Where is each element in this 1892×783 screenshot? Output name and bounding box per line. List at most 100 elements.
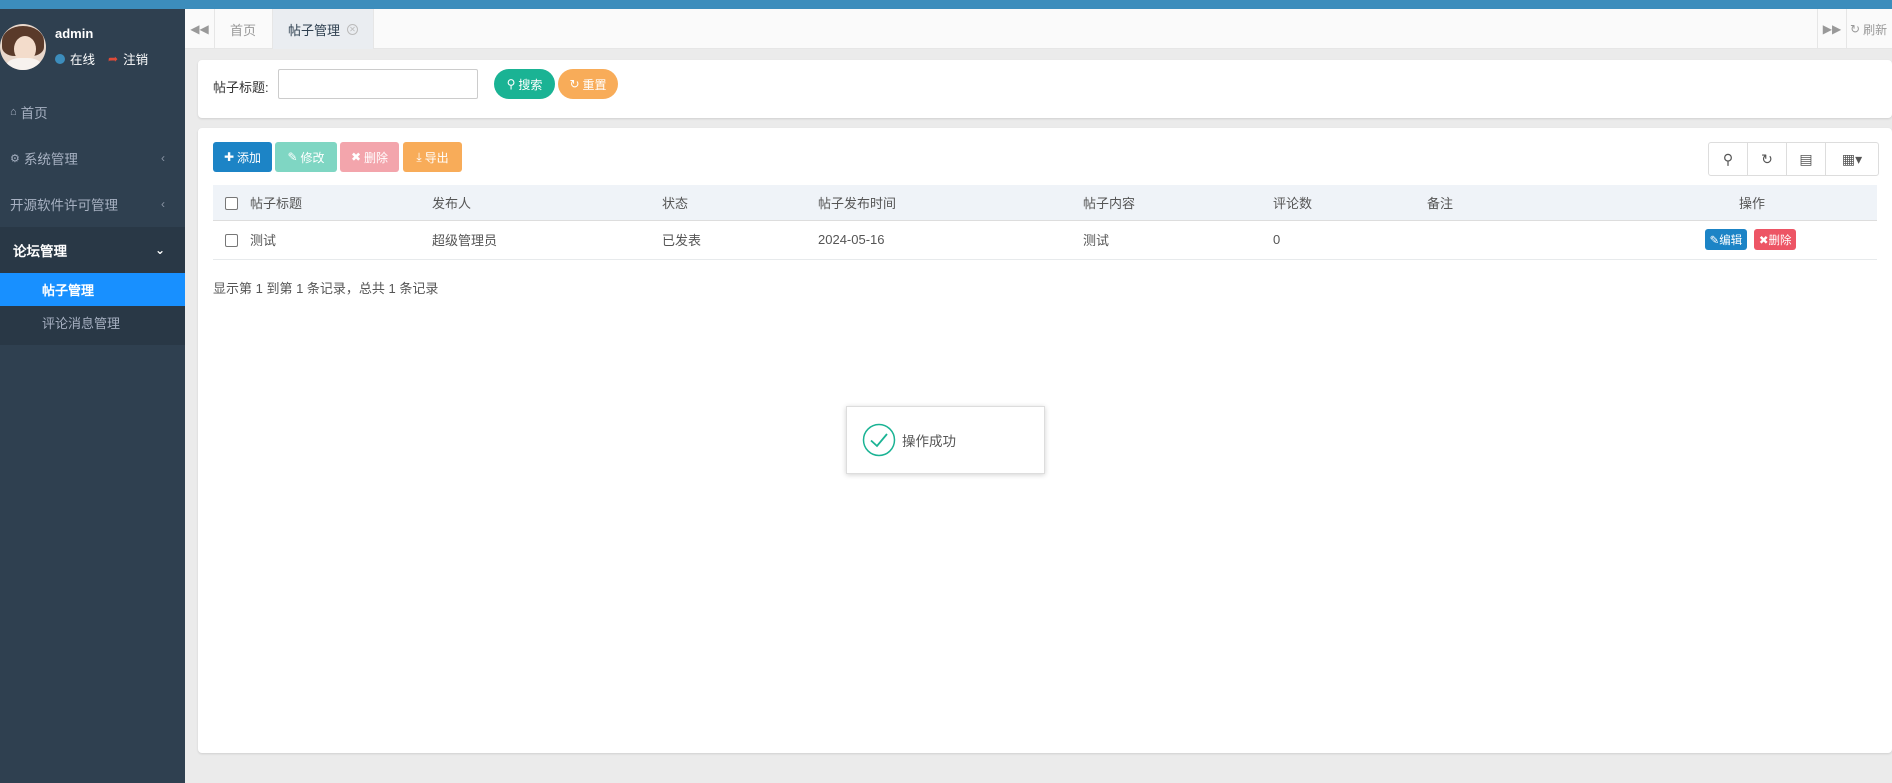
- close-icon[interactable]: ✕: [347, 23, 359, 35]
- sidebar-item-label: 论坛管理: [13, 244, 67, 259]
- sidebar-item-license[interactable]: 开源软件许可管理 ‹: [0, 181, 185, 227]
- cell-content: 测试: [1083, 220, 1273, 260]
- edit-button-label: 修改: [300, 150, 325, 165]
- sidebar: admin 在线 ➦ 注销 ⌂ 首页 ⚙ 系统管理 ‹ 开源软件许可管理 ‹ 论…: [0, 9, 185, 783]
- tab-bar: ◀◀ 首页 帖子管理 ✕ ▶▶ ↻ 刷新: [185, 9, 1892, 49]
- post-title-label: 帖子标题:: [213, 80, 269, 95]
- row-checkbox[interactable]: [225, 234, 238, 248]
- table-row: 测试 超级管理员 已发表 2024-05-16 测试 0 ✎ 编辑 ✖ 删除: [213, 220, 1877, 260]
- refresh-button[interactable]: ↻ 刷新: [1850, 9, 1887, 49]
- success-toast: 操作成功: [846, 406, 1045, 474]
- export-button[interactable]: ⤓ 导出: [403, 142, 462, 172]
- cell-remark: [1427, 220, 1627, 260]
- add-button-label: 添加: [237, 150, 262, 165]
- online-status-icon: [55, 53, 65, 64]
- row-edit-button[interactable]: ✎ 编辑: [1704, 229, 1748, 250]
- refresh-label: 刷新: [1863, 22, 1888, 37]
- search-panel: 帖子标题: ⚲ 搜索 ↻ 重置: [198, 60, 1892, 118]
- row-delete-button[interactable]: ✖ 删除: [1753, 229, 1797, 250]
- list-icon: ▤: [1799, 150, 1813, 167]
- gear-icon: ⚙: [10, 152, 20, 165]
- close-icon: ✖: [1758, 234, 1769, 247]
- sidebar-item-forum[interactable]: 论坛管理 ⌄: [0, 227, 185, 273]
- tabs-scroll-left-icon[interactable]: ◀◀: [185, 9, 215, 49]
- logout-link[interactable]: 注销: [123, 49, 148, 68]
- sidebar-nav: ⌂ 首页 ⚙ 系统管理 ‹ 开源软件许可管理 ‹ 论坛管理 ⌄: [0, 89, 185, 273]
- reset-button-label: 重置: [582, 77, 607, 92]
- cell-comments: 0: [1273, 220, 1427, 260]
- search-button[interactable]: ⚲ 搜索: [494, 69, 555, 99]
- user-name: admin: [55, 26, 94, 41]
- cell-title: 测试: [242, 220, 432, 260]
- sidebar-item-home[interactable]: ⌂ 首页: [0, 89, 185, 135]
- toast-message: 操作成功: [902, 434, 956, 449]
- user-status: 在线 ➦ 注销: [55, 49, 148, 68]
- table-header-row: 帖子标题 发布人 状态 帖子发布时间 帖子内容 评论数 备注 操作: [213, 185, 1877, 221]
- sidebar-item-post-management[interactable]: 帖子管理: [0, 273, 185, 306]
- card-view-button[interactable]: ▤: [1787, 143, 1826, 175]
- online-status-label: 在线: [70, 53, 96, 67]
- refresh-icon: ↻: [569, 77, 580, 91]
- row-select-cell: [213, 220, 242, 260]
- cell-status: 已发表: [662, 220, 818, 260]
- column-header-content[interactable]: 帖子内容: [1083, 185, 1273, 221]
- close-icon: ✖: [350, 150, 362, 164]
- delete-button-label: 删除: [364, 150, 389, 165]
- chevron-left-icon: ‹: [161, 151, 165, 165]
- row-delete-label: 删除: [1768, 234, 1792, 247]
- sidebar-item-label: 开源软件许可管理: [10, 198, 118, 213]
- download-icon: ⤓: [416, 149, 422, 164]
- column-header-status[interactable]: 状态: [662, 185, 818, 221]
- row-edit-label: 编辑: [1719, 234, 1743, 247]
- chevron-left-icon: ‹: [161, 197, 165, 211]
- sidebar-item-comment-management[interactable]: 评论消息管理: [0, 306, 185, 345]
- refresh-icon: ↻: [1850, 22, 1861, 36]
- user-panel: admin 在线 ➦ 注销: [0, 9, 185, 89]
- reset-button[interactable]: ↻ 重置: [558, 69, 618, 99]
- search-button-label: 搜索: [518, 77, 543, 92]
- tab-label: 帖子管理: [288, 22, 341, 38]
- select-all-checkbox[interactable]: [225, 196, 238, 210]
- tab-post-management[interactable]: 帖子管理 ✕: [272, 9, 375, 49]
- posts-table: 帖子标题 发布人 状态 帖子发布时间 帖子内容 评论数 备注 操作 测试 超级管…: [213, 185, 1877, 260]
- sidebar-item-label: 首页: [20, 106, 48, 121]
- column-header-remark[interactable]: 备注: [1427, 185, 1627, 221]
- chevron-down-icon: ⌄: [154, 243, 165, 257]
- column-header-author[interactable]: 发布人: [432, 185, 662, 221]
- sidebar-item-label: 系统管理: [23, 152, 78, 167]
- select-all-cell: [213, 185, 242, 221]
- search-icon: ⚲: [1722, 150, 1734, 167]
- table-tools: ⚲ ↻ ▤ ▦▾: [1708, 142, 1879, 176]
- search-icon: ⚲: [506, 77, 516, 91]
- columns-button[interactable]: ▦▾: [1826, 143, 1878, 175]
- grid-icon: ▦▾: [1841, 150, 1863, 167]
- edit-icon: ✎: [287, 150, 298, 164]
- column-header-title[interactable]: 帖子标题: [242, 185, 432, 221]
- refresh-icon: ↻: [1761, 150, 1773, 167]
- logout-icon[interactable]: ➦: [108, 52, 118, 66]
- search-toggle-button[interactable]: ⚲: [1709, 143, 1748, 175]
- column-header-time[interactable]: 帖子发布时间: [818, 185, 1083, 221]
- sidebar-item-system[interactable]: ⚙ 系统管理 ‹: [0, 135, 185, 181]
- post-title-input[interactable]: [278, 69, 478, 99]
- forum-submenu: 帖子管理 评论消息管理: [0, 273, 185, 345]
- top-accent-bar: [0, 0, 1892, 9]
- delete-button[interactable]: ✖ 删除: [340, 142, 399, 172]
- plus-icon: ✚: [223, 150, 235, 164]
- column-header-comments[interactable]: 评论数: [1273, 185, 1427, 221]
- check-circle-icon: [862, 423, 896, 457]
- cell-author: 超级管理员: [432, 220, 662, 260]
- home-icon: ⌂: [10, 106, 17, 118]
- add-button[interactable]: ✚ 添加: [213, 142, 272, 172]
- tab-home[interactable]: 首页: [215, 9, 271, 49]
- edit-button[interactable]: ✎ 修改: [275, 142, 337, 172]
- main-panel: ✚ 添加 ✎ 修改 ✖ 删除 ⤓ 导出 ⚲ ↻ ▤ ▦▾ 帖子标题 发布人 状态…: [198, 128, 1892, 753]
- tabs-scroll-right-icon[interactable]: ▶▶: [1817, 9, 1847, 49]
- avatar[interactable]: [0, 24, 46, 70]
- pagination-info: 显示第 1 到第 1 条记录，总共 1 条记录: [213, 281, 439, 296]
- column-header-actions: 操作: [1627, 185, 1877, 221]
- edit-icon: ✎: [1709, 234, 1720, 247]
- refresh-table-button[interactable]: ↻: [1748, 143, 1787, 175]
- cell-time: 2024-05-16: [818, 220, 1083, 260]
- export-button-label: 导出: [424, 150, 449, 165]
